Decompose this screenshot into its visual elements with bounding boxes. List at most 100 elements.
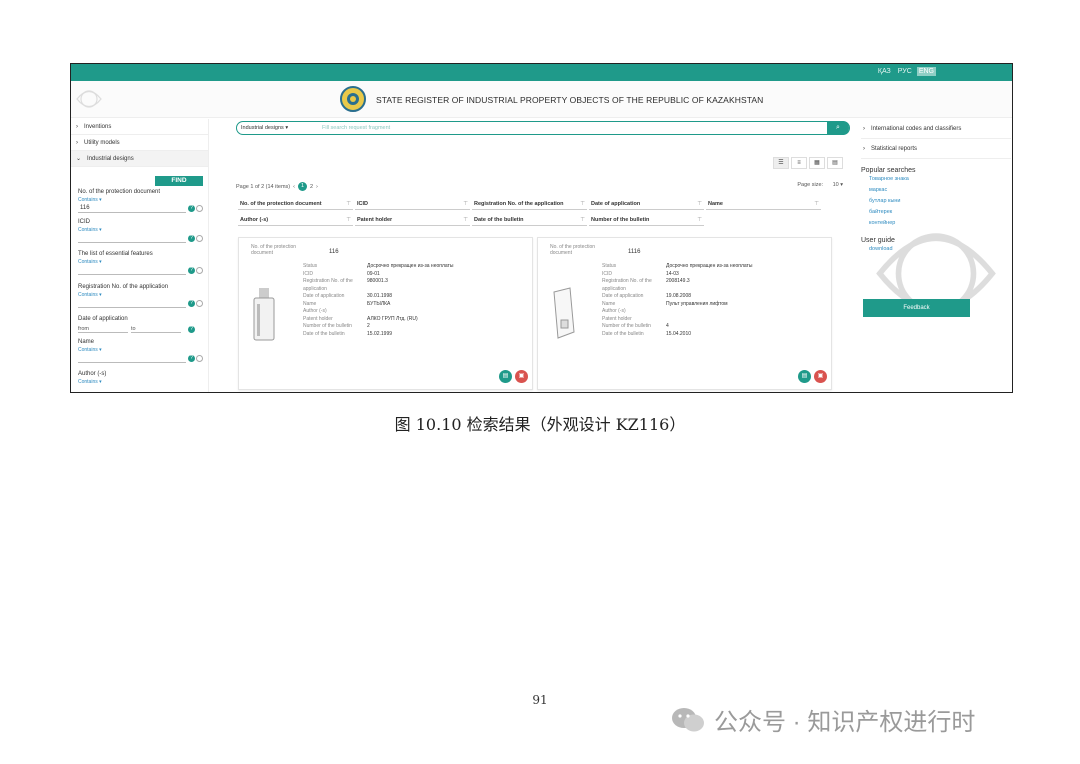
search-type-select[interactable]: Industrial designs ▾ — [237, 125, 322, 131]
user-guide-title: User guide — [861, 237, 895, 244]
table-view-icon[interactable]: ▤ — [827, 157, 843, 169]
search-button[interactable]: ⌕ — [827, 121, 849, 135]
detail-row: Registration No. of the application 20081… — [602, 278, 827, 293]
clear-icon[interactable] — [196, 235, 203, 242]
detail-value: 980001.3 — [367, 278, 388, 284]
help-icon[interactable]: ? — [188, 355, 195, 362]
detail-key: ICID — [602, 270, 612, 277]
sidebar-item-industrial-designs[interactable]: ⌄ Industrial designs — [71, 151, 208, 167]
reg-no-input[interactable] — [78, 298, 186, 308]
filter-date-application[interactable]: Date of application ⊤ — [589, 198, 704, 210]
protection-doc-input[interactable]: 116 — [78, 203, 186, 213]
find-button[interactable]: FIND — [155, 176, 203, 186]
sidebar: › Inventions › Utility models ⌄ Industrial … — [71, 119, 209, 392]
page-current[interactable]: 1 — [297, 182, 307, 191]
clear-icon[interactable] — [196, 300, 203, 307]
document-icon[interactable]: ▤ — [499, 370, 512, 383]
bottle-thumbnail[interactable] — [251, 286, 277, 342]
filter-icon[interactable]: ⊤ — [463, 217, 468, 223]
features-input[interactable] — [78, 265, 186, 275]
filter-author[interactable]: Author (-s) ⊤ — [238, 214, 353, 226]
filter-icon[interactable]: ⊤ — [697, 217, 702, 223]
sidebar-item-utility-models[interactable]: › Utility models — [71, 135, 208, 151]
popular-search-item[interactable]: Товарное знака — [861, 174, 1011, 185]
document-icon[interactable]: ▤ — [798, 370, 811, 383]
doc-number-label: No. of the protection document — [550, 244, 596, 256]
result-card[interactable]: No. of the protection document 116 Statu… — [238, 237, 533, 390]
pdf-icon[interactable]: ▣ — [814, 370, 827, 383]
filter-icon[interactable]: ⊤ — [580, 201, 585, 207]
popular-search-item[interactable]: маркас — [861, 185, 1011, 196]
compact-view-icon[interactable]: ≡ — [791, 157, 807, 169]
page-size: Page size: 10 ▾ — [797, 182, 843, 188]
help-icon[interactable]: ? — [188, 235, 195, 242]
page-size-select[interactable]: 10 — [833, 182, 839, 188]
filter-reg-no[interactable]: Registration No. of the application ⊤ — [472, 198, 587, 210]
filter-label: Registration No. of the application — [474, 200, 564, 207]
list-view-icon[interactable]: ☰ — [773, 157, 789, 169]
filter-icon[interactable]: ⊤ — [580, 217, 585, 223]
date-to-field[interactable]: to — [131, 326, 181, 333]
pdf-icon[interactable]: ▣ — [515, 370, 528, 383]
name-input[interactable] — [78, 353, 186, 363]
popular-search-item[interactable]: контейнер — [861, 218, 1011, 229]
lang-rus[interactable]: РУС — [896, 67, 914, 76]
page-next[interactable]: 2 — [310, 184, 313, 190]
help-icon[interactable]: ? — [188, 300, 195, 307]
filter-icon[interactable]: ⊤ — [463, 201, 468, 207]
popular-search-item[interactable]: бутлар кыни — [861, 196, 1011, 207]
lang-kaz[interactable]: ҚАЗ — [876, 67, 893, 76]
detail-key: Number of the bulletin — [602, 323, 651, 329]
ornament-left-icon — [76, 90, 102, 108]
detail-row: Status Досрочно прекращен из-за неоплаты — [303, 263, 528, 271]
help-icon[interactable]: ? — [188, 267, 195, 274]
state-emblem-icon[interactable] — [339, 85, 367, 113]
icid-input[interactable] — [78, 233, 186, 243]
filter-name[interactable]: Name ⊤ — [706, 198, 821, 210]
grid-view-icon[interactable]: ▦ — [809, 157, 825, 169]
detail-value: АЛКО ГРУП Лтд. (RU) — [367, 315, 418, 322]
feedback-button[interactable]: Feedback — [863, 299, 970, 317]
detail-key: Date of application — [602, 293, 644, 299]
popular-search-item[interactable]: байтерек — [861, 207, 1011, 218]
detail-key: Registration No. of the application — [602, 278, 652, 292]
screenshot-frame: ҚАЗ РУС ENG STATE REGISTER OF INDUSTRIAL… — [70, 63, 1013, 393]
sidebar-item-inventions[interactable]: › Inventions — [71, 119, 208, 135]
filter-protection-doc[interactable]: No. of the protection document ⊤ — [238, 198, 353, 210]
detail-row: ICID 09-01 — [303, 271, 528, 279]
lang-eng[interactable]: ENG — [916, 67, 936, 76]
detail-key: ICID — [303, 270, 313, 277]
filter-icon[interactable]: ⊤ — [697, 201, 702, 207]
filter-icon[interactable]: ⊤ — [814, 201, 819, 207]
user-guide-download-link[interactable]: download — [861, 244, 1011, 255]
right-panel: › International codes and classifiers › St… — [861, 119, 1011, 392]
result-card[interactable]: No. of the protection document 1116 Stat… — [537, 237, 832, 390]
filter-patent-holder[interactable]: Patent holder ⊤ — [355, 214, 470, 226]
next-page-icon[interactable]: › — [316, 184, 318, 190]
site-title: STATE REGISTER OF INDUSTRIAL PROPERTY OB… — [376, 95, 764, 105]
link-statistical-reports[interactable]: › Statistical reports — [861, 139, 1011, 159]
detail-row: Patent holder АЛКО ГРУП Лтд. (RU) — [303, 316, 528, 324]
search-input[interactable]: Fill search request fragment — [322, 125, 827, 131]
contains-dropdown[interactable]: Contains ▾ — [78, 379, 102, 385]
clear-icon[interactable] — [196, 355, 203, 362]
clear-icon[interactable] — [196, 205, 203, 212]
control-panel-thumbnail[interactable] — [550, 286, 576, 342]
link-international-codes[interactable]: › International codes and classifiers — [861, 119, 1011, 139]
filter-label: Name — [708, 200, 723, 207]
date-from-field[interactable]: from — [78, 326, 128, 333]
clear-icon[interactable] — [196, 267, 203, 274]
detail-row: Date of application 19.08.2008 — [602, 293, 827, 301]
filter-icon[interactable]: ⊤ — [346, 201, 351, 207]
filter-icon[interactable]: ⊤ — [346, 217, 351, 223]
help-icon[interactable]: ? — [188, 205, 195, 212]
detail-value: 14-03 — [666, 270, 679, 277]
detail-key: Patent holder — [602, 315, 632, 322]
search-icon: ⌕ — [836, 124, 840, 131]
detail-key: Author (-s) — [602, 308, 626, 314]
prev-page-icon[interactable]: ‹ — [293, 184, 295, 190]
filter-bulletin-number[interactable]: Number of the bulletin ⊤ — [589, 214, 704, 226]
help-icon[interactable]: ? — [188, 326, 195, 333]
filter-icid[interactable]: ICID ⊤ — [355, 198, 470, 210]
filter-date-bulletin[interactable]: Date of the bulletin ⊤ — [472, 214, 587, 226]
